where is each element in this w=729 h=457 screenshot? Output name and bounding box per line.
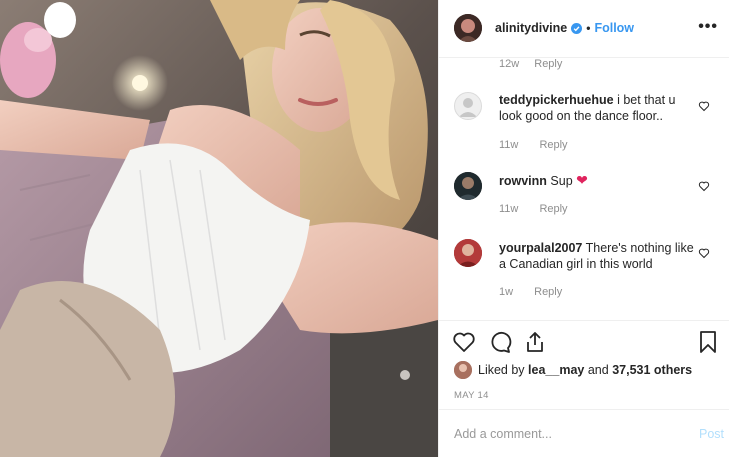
commenter-avatar[interactable] (454, 92, 482, 120)
follow-button[interactable]: Follow (594, 21, 634, 35)
liker-username[interactable]: lea__may (528, 363, 584, 377)
reply-button[interactable]: Reply (534, 58, 562, 70)
heart-outline-icon[interactable] (698, 100, 710, 112)
likes-middle: and (587, 363, 609, 377)
separator-dot: • (586, 21, 591, 35)
heart-outline-icon[interactable] (698, 247, 710, 259)
comment-input[interactable] (454, 424, 674, 444)
partial-comment-meta: 12w Reply (499, 58, 574, 70)
add-comment-bar: Post (439, 409, 729, 457)
comment-time: 11w (499, 139, 519, 151)
comments-list[interactable]: 12w Reply teddypickerhuehue i bet that u… (439, 58, 729, 320)
heart-outline-icon[interactable] (452, 330, 476, 354)
post-sidebar: alinitydivine • Follow ••• 12w Reply ted… (438, 0, 729, 457)
likes-prefix: Liked by (478, 363, 525, 377)
heart-emoji-icon: ❤ (576, 172, 588, 188)
post-date[interactable]: MAY 14 (454, 390, 489, 401)
post-button[interactable]: Post (699, 427, 724, 441)
comment-meta: 1w Reply (499, 286, 562, 298)
commenter-username[interactable]: rowvinn (499, 174, 547, 188)
comment-time: 12w (499, 58, 520, 70)
comment-meta: 11w Reply (499, 139, 568, 151)
reply-button[interactable]: Reply (539, 139, 567, 151)
more-options-icon[interactable]: ••• (698, 18, 718, 36)
share-icon[interactable] (523, 330, 547, 354)
commenter-username[interactable]: yourpalal2007 (499, 241, 582, 255)
reply-button[interactable]: Reply (539, 203, 567, 215)
commenter-username[interactable]: teddypickerhuehue (499, 93, 614, 107)
reply-button[interactable]: Reply (534, 286, 562, 298)
post-header: alinitydivine • Follow ••• (439, 0, 729, 58)
likes-summary: Liked by lea__may and 37,531 others (454, 361, 692, 379)
liker-avatar[interactable] (454, 361, 472, 379)
heart-outline-icon[interactable] (698, 180, 710, 192)
author-username[interactable]: alinitydivine (495, 21, 567, 35)
post-photo[interactable] (0, 0, 438, 457)
commenter-avatar[interactable] (454, 239, 482, 267)
verified-badge-icon (571, 22, 583, 34)
selfie-image (0, 0, 438, 457)
comment-meta: 11w Reply (499, 203, 568, 215)
comment-time: 11w (499, 203, 519, 215)
author-avatar[interactable] (454, 14, 482, 42)
header-user: alinitydivine • Follow (495, 21, 634, 35)
comment-text: yourpalal2007 There's nothing like a Can… (499, 240, 694, 272)
comment-body: Sup (550, 174, 573, 188)
post-modal: alinitydivine • Follow ••• 12w Reply ted… (0, 0, 729, 457)
comment-text: rowvinn Sup ❤ (499, 172, 694, 189)
likes-count-link[interactable]: 37,531 others (612, 363, 692, 377)
comment-text: teddypickerhuehue i bet that u look good… (499, 92, 694, 124)
comment-icon[interactable] (488, 330, 512, 354)
commenter-avatar[interactable] (454, 172, 482, 200)
comment-time: 1w (499, 286, 514, 298)
bookmark-icon[interactable] (696, 330, 720, 354)
